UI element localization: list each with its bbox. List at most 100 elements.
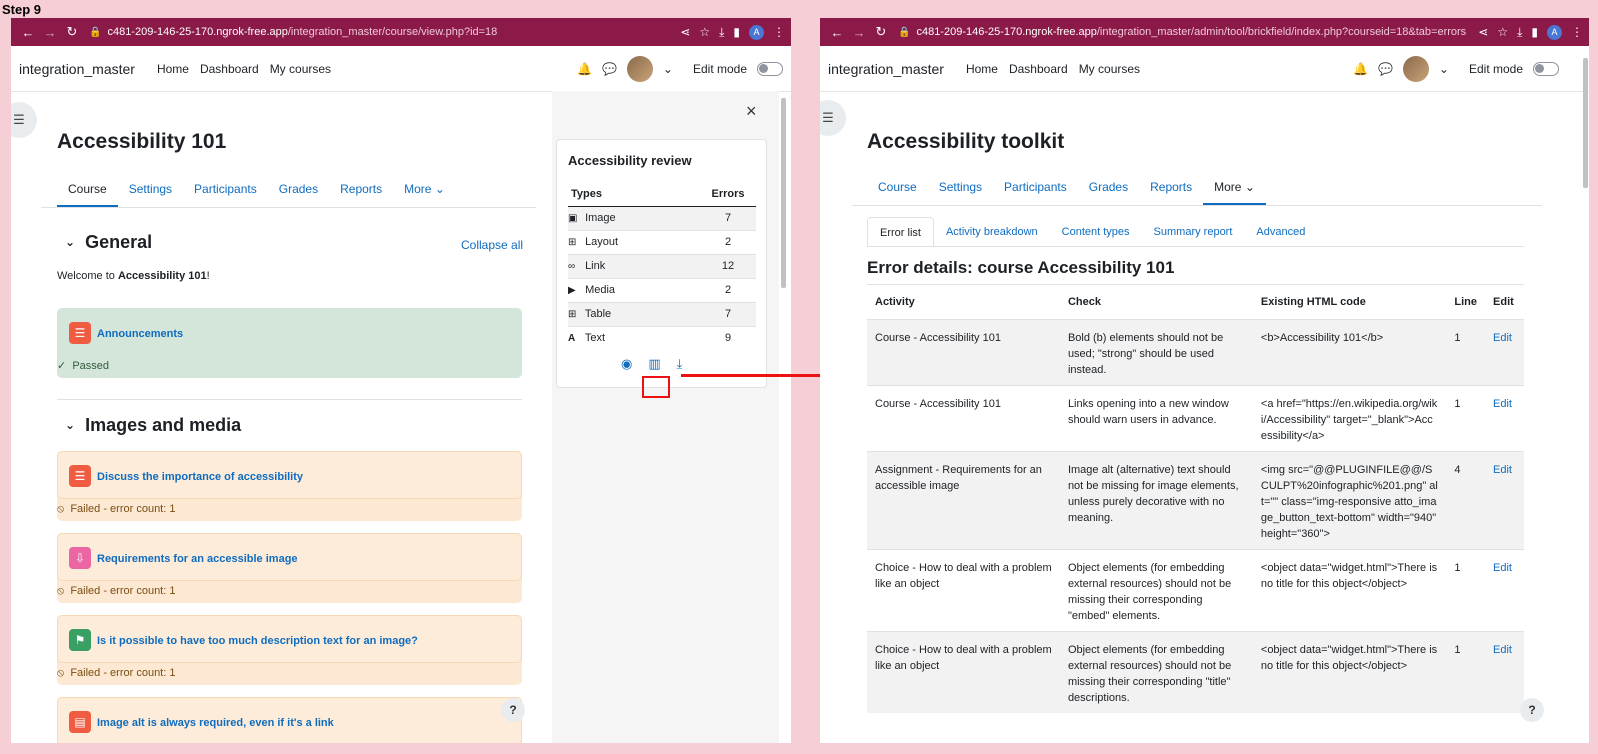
error-count: 2 xyxy=(700,277,756,302)
chevron-down-icon[interactable]: ⌄ xyxy=(65,235,75,249)
address-bar[interactable]: 🔒 c481-209-146-25-170.ngrok-free.app/int… xyxy=(89,21,674,43)
nav-my-courses[interactable]: My courses xyxy=(1079,62,1140,76)
bell-icon[interactable]: 🔔 xyxy=(577,62,592,76)
share-icon[interactable]: ⋖ xyxy=(1478,25,1488,39)
tab-grades[interactable]: Grades xyxy=(1078,175,1139,205)
url-path: /integration_master/course/view.php?id=1… xyxy=(287,26,498,38)
check-icon: ✓ xyxy=(57,360,67,372)
col-check[interactable]: Check xyxy=(1059,284,1253,320)
section-general-heading[interactable]: ⌄ General xyxy=(65,232,152,253)
chevron-down-icon[interactable]: ⌄ xyxy=(65,418,75,432)
back-icon[interactable]: ← xyxy=(17,25,39,40)
chat-icon[interactable]: 💬 xyxy=(602,62,617,76)
edit-link[interactable]: Edit xyxy=(1485,549,1524,632)
sidepanel-icon[interactable]: ▮ xyxy=(733,25,740,39)
course-index-icon[interactable]: ☰ xyxy=(11,102,37,138)
url-path: /integration_master/admin/tool/brickfiel… xyxy=(1096,26,1467,38)
bell-icon[interactable]: 🔔 xyxy=(1353,62,1368,76)
nav-dashboard[interactable]: Dashboard xyxy=(200,62,259,76)
col-line[interactable]: Line xyxy=(1446,284,1486,320)
col-existing-html[interactable]: Existing HTML code xyxy=(1252,284,1447,320)
profile-icon[interactable]: A xyxy=(749,24,764,40)
share-icon[interactable]: ⋖ xyxy=(680,25,690,39)
reload-icon[interactable]: ↻ xyxy=(61,24,83,40)
star-icon[interactable]: ☆ xyxy=(1497,25,1508,39)
edit-link[interactable]: Edit xyxy=(1485,385,1524,452)
tab-content-types[interactable]: Content types xyxy=(1050,217,1142,247)
tab-reports[interactable]: Reports xyxy=(329,177,393,207)
activity-link[interactable]: Discuss the importance of accessibility xyxy=(97,471,303,483)
text-icon: A xyxy=(568,333,576,345)
back-icon[interactable]: ← xyxy=(826,25,848,40)
course-index-icon[interactable]: ☰ xyxy=(820,100,846,136)
activity-link[interactable]: Is it possible to have too much descript… xyxy=(97,635,418,647)
avatar[interactable] xyxy=(626,55,653,82)
course-tabs: Course Settings Participants Grades Repo… xyxy=(57,177,456,207)
tab-course[interactable]: Course xyxy=(57,177,118,207)
activity-link[interactable]: Requirements for an accessible image xyxy=(97,553,298,565)
table-row: Choice - How to deal with a problem like… xyxy=(867,631,1524,713)
announcements-link[interactable]: Announcements xyxy=(97,328,183,340)
nav-home[interactable]: Home xyxy=(966,62,998,76)
activity-card: ▤ Image alt is always required, even if … xyxy=(57,697,522,743)
close-icon[interactable]: × xyxy=(746,101,757,122)
section-images-media-heading[interactable]: ⌄ Images and media xyxy=(65,415,241,436)
tab-advanced[interactable]: Advanced xyxy=(1244,217,1317,247)
tab-more[interactable]: More ⌄ xyxy=(1203,175,1266,205)
review-title: Accessibility review xyxy=(568,153,692,168)
tab-participants[interactable]: Participants xyxy=(183,177,268,207)
tab-settings[interactable]: Settings xyxy=(928,175,993,205)
menu-icon[interactable]: ⋮ xyxy=(773,25,785,39)
download-icon[interactable]: ⤓ xyxy=(677,356,683,372)
page-icon: ▤ xyxy=(69,711,91,733)
nav-home[interactable]: Home xyxy=(157,62,189,76)
tab-activity-breakdown[interactable]: Activity breakdown xyxy=(934,217,1050,247)
activity-cell: Assignment - Requirements for an accessi… xyxy=(867,451,1060,550)
eye-icon[interactable]: ◉ xyxy=(621,356,632,372)
sidepanel-icon[interactable]: ▮ xyxy=(1531,25,1538,39)
tab-settings[interactable]: Settings xyxy=(118,177,183,207)
error-count: 7 xyxy=(700,301,756,326)
chevron-down-icon[interactable]: ⌄ xyxy=(663,62,673,76)
tab-course[interactable]: Course xyxy=(867,175,928,205)
avatar[interactable] xyxy=(1402,55,1429,82)
edit-mode-toggle[interactable] xyxy=(1533,61,1559,76)
edit-mode-toggle[interactable] xyxy=(757,61,783,76)
tab-reports[interactable]: Reports xyxy=(1139,175,1203,205)
site-name[interactable]: integration_master xyxy=(19,61,135,77)
scrollbar[interactable] xyxy=(781,98,786,288)
tab-grades[interactable]: Grades xyxy=(268,177,329,207)
tab-more[interactable]: More ⌄ xyxy=(393,177,456,207)
chat-icon[interactable]: 💬 xyxy=(1378,62,1393,76)
activity-link[interactable]: Image alt is always required, even if it… xyxy=(97,717,334,729)
edit-link[interactable]: Edit xyxy=(1485,319,1524,386)
forward-icon[interactable]: → xyxy=(848,25,870,40)
nav-my-courses[interactable]: My courses xyxy=(270,62,331,76)
table-row: Choice - How to deal with a problem like… xyxy=(867,549,1524,632)
download-icon[interactable]: ⤓ xyxy=(1517,25,1522,40)
tab-summary-report[interactable]: Summary report xyxy=(1142,217,1245,247)
menu-icon[interactable]: ⋮ xyxy=(1571,25,1583,39)
scrollbar[interactable] xyxy=(1583,58,1588,188)
section-divider xyxy=(57,399,522,400)
profile-icon[interactable]: A xyxy=(1547,24,1562,40)
check-cell: Image alt (alternative) text should not … xyxy=(1059,451,1253,550)
star-icon[interactable]: ☆ xyxy=(699,25,710,39)
collapse-all-link[interactable]: Collapse all xyxy=(461,238,523,252)
tab-error-list[interactable]: Error list xyxy=(867,217,934,247)
download-icon[interactable]: ⤓ xyxy=(719,25,724,40)
address-bar[interactable]: 🔒 c481-209-146-25-170.ngrok-free.app/int… xyxy=(898,21,1472,43)
chevron-down-icon[interactable]: ⌄ xyxy=(1439,62,1449,76)
code-cell: <img src="@@PLUGINFILE@@/SCULPT%20infogr… xyxy=(1252,451,1447,550)
nav-dashboard[interactable]: Dashboard xyxy=(1009,62,1068,76)
help-button[interactable]: ? xyxy=(501,698,525,722)
edit-link[interactable]: Edit xyxy=(1485,631,1524,713)
chart-icon[interactable]: ▥ xyxy=(648,356,660,372)
reload-icon[interactable]: ↻ xyxy=(870,24,892,40)
site-name[interactable]: integration_master xyxy=(828,61,944,77)
help-button[interactable]: ? xyxy=(1520,698,1544,722)
col-activity[interactable]: Activity xyxy=(867,284,1060,320)
tab-participants[interactable]: Participants xyxy=(993,175,1078,205)
forward-icon[interactable]: → xyxy=(39,25,61,40)
edit-link[interactable]: Edit xyxy=(1485,451,1524,550)
